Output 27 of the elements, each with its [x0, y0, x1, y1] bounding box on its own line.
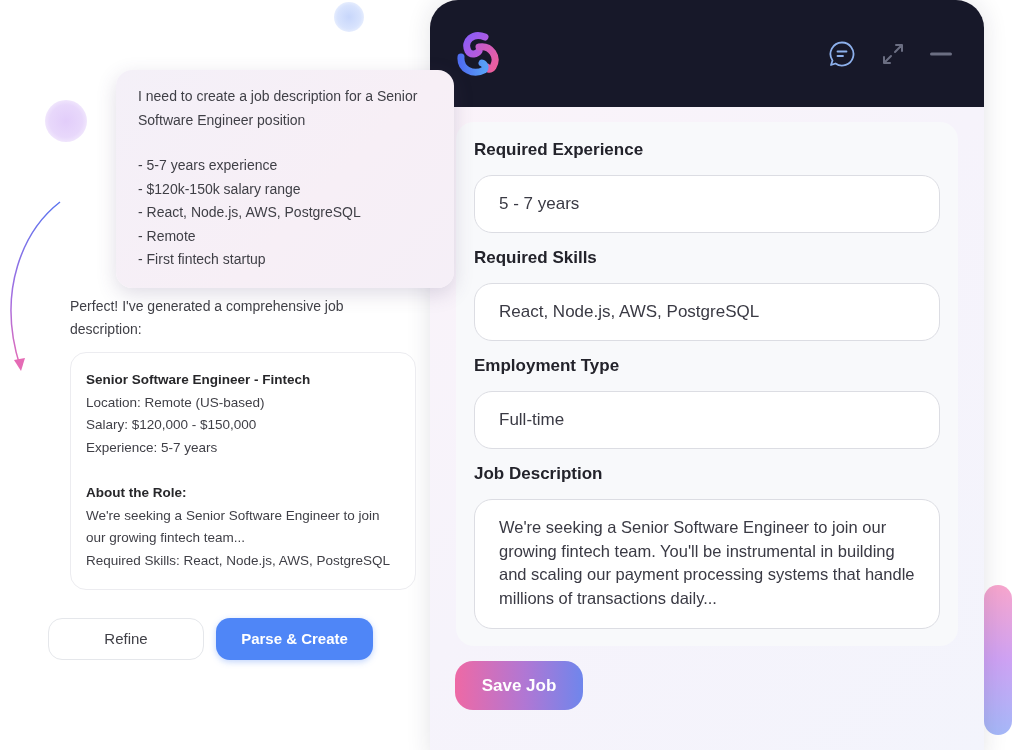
refine-button[interactable]: Refine — [48, 618, 204, 660]
detail-text: Salary: $120,000 - $150,000 — [86, 416, 258, 434]
bullet-text: - Remote — [138, 226, 197, 246]
bullet-text: - $120k-150k salary range — [138, 179, 302, 199]
body-text: Required Skills: React, Node.js, AWS, PostgreSQL — [86, 551, 392, 570]
bullet-text: - 5-7 years experience — [138, 156, 279, 175]
text-field[interactable]: Full-time — [474, 391, 940, 449]
text-field[interactable]: 5 - 7 years — [474, 175, 940, 233]
expand-icon[interactable] — [882, 42, 904, 65]
message-text: Perfect! I've generated a comprehensive job description: — [70, 297, 345, 339]
logo-icon — [455, 30, 501, 77]
bullet-text: - First fintech startup — [138, 250, 267, 269]
field-label: Job Description — [474, 463, 604, 485]
section-heading: About the Role: — [86, 484, 188, 502]
minimize-icon[interactable] — [930, 51, 952, 56]
chat-bubble-icon[interactable] — [828, 39, 856, 68]
body-text: We're seeking a Senior Software Engineer to join our growing fintech team... — [86, 506, 381, 547]
field-label: Required Skills — [474, 247, 598, 269]
field-label: Required Experience — [474, 139, 645, 161]
bullet-text: - React, Node.js, AWS, PostgreSQL — [138, 203, 362, 222]
text-field[interactable]: React, Node.js, AWS, PostgreSQL — [474, 283, 940, 341]
card-title: Senior Software Engineer - Fintech — [86, 371, 312, 389]
message-text: I need to create a job description for a Senior Software Engineer position — [138, 87, 419, 130]
field-label: Employment Type — [474, 355, 621, 377]
detail-text: Experience: 5-7 years — [86, 438, 219, 457]
textarea-field[interactable]: We're seeking a Senior Software Engineer to join our growing fintech team. You'll be instrumental in building and scaling our payment processing systems that handle millions of transactions daily... — [474, 499, 940, 629]
detail-text: Location: Remote (US-based) — [86, 393, 266, 412]
